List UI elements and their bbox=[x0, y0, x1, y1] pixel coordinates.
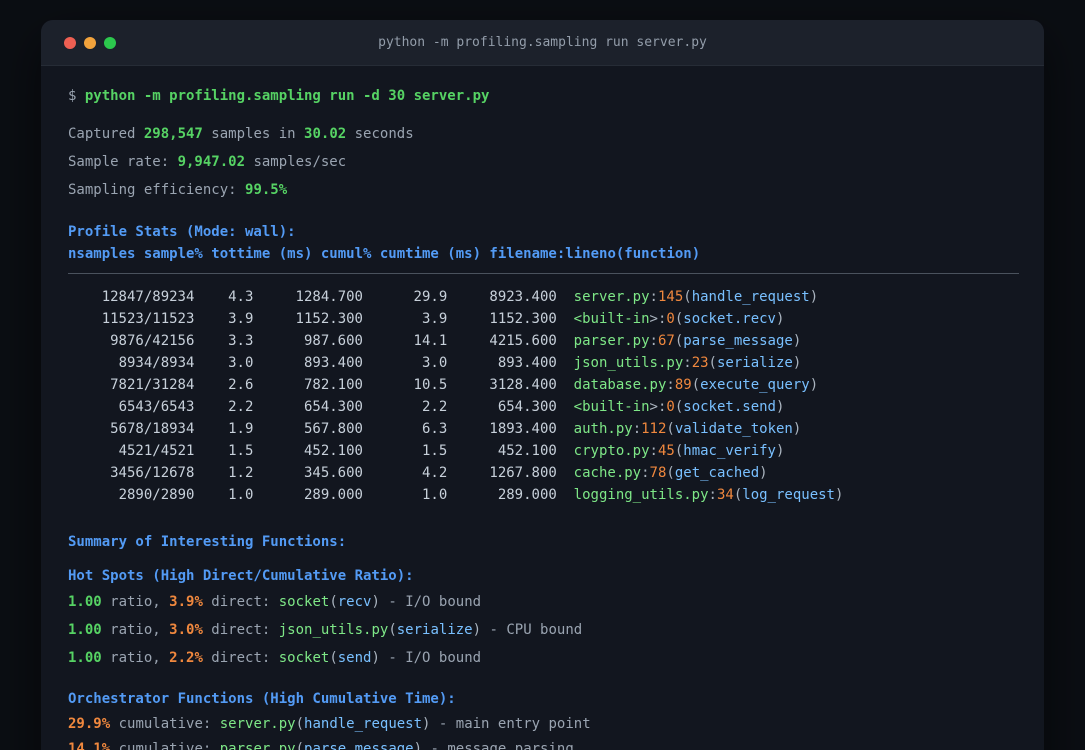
table-row: 5678/18934 1.9 567.800 6.3 1893.400 auth.py:1… bbox=[110, 421, 802, 437]
zoom-button-icon[interactable] bbox=[104, 36, 116, 49]
hot-spots-title: Hot Spots (High Direct/Cumulative Ratio)… bbox=[68, 568, 414, 584]
table-row: 7821/31284 2.6 782.100 10.5 3128.400 database… bbox=[110, 377, 819, 393]
minimize-button-icon[interactable] bbox=[84, 36, 96, 49]
table-row: 9876/42156 3.3 987.600 14.1 4215.600 parser.p… bbox=[110, 333, 802, 349]
screen: python -m profiling.sampling run server.… bbox=[0, 0, 1085, 750]
table-column-header: nsamples sample% tottime (ms) cumul% cum… bbox=[68, 246, 701, 262]
prompt-symbol: $ bbox=[68, 88, 77, 104]
profile-table: 12847/89234 4.3 1284.700 29.9 8923.400 server… bbox=[68, 286, 1019, 506]
table-row: 8934/8934 3.0 893.400 3.0 893.400 json_utils.… bbox=[118, 355, 802, 371]
orchestrator-item: 29.9% cumulative: server.py(handle_reque… bbox=[68, 716, 591, 732]
command-text: python -m profiling.sampling run -d 30 s… bbox=[84, 88, 490, 104]
orchestrators-list: 29.9% cumulative: server.py(handle_reque… bbox=[68, 713, 1019, 750]
table-row: 12847/89234 4.3 1284.700 29.9 8923.400 server… bbox=[101, 289, 819, 305]
summary-title: Summary of Interesting Functions: bbox=[68, 534, 347, 550]
hot-spots-list: 1.00 ratio, 3.9% direct: socket(recv) - … bbox=[68, 591, 1019, 669]
terminal-body[interactable]: $ python -m profiling.sampling run -d 30 … bbox=[41, 66, 1044, 750]
stat-efficiency: Sampling efficiency: 99.5% bbox=[68, 182, 288, 198]
table-row: 6543/6543 2.2 654.300 2.2 654.300 <built-in>:… bbox=[118, 399, 785, 415]
traffic-lights bbox=[64, 20, 116, 65]
table-row: 2890/2890 1.0 289.000 1.0 289.000 logging_uti… bbox=[118, 487, 844, 503]
profile-stats-title: Profile Stats (Mode: wall): bbox=[68, 224, 296, 240]
close-button-icon[interactable] bbox=[64, 36, 76, 49]
table-row: 4521/4521 1.5 452.100 1.5 452.100 crypto.py:4… bbox=[118, 443, 785, 459]
hot-spot-item: 1.00 ratio, 3.9% direct: socket(recv) - … bbox=[68, 594, 482, 610]
terminal-window: python -m profiling.sampling run server.… bbox=[41, 20, 1044, 750]
table-divider bbox=[68, 273, 1019, 274]
table-row: 11523/11523 3.9 1152.300 3.9 1152.300 <built-… bbox=[101, 311, 785, 327]
stat-captured: Captured 298,547 samples in 30.02 second… bbox=[68, 126, 414, 142]
window-title-bar[interactable]: python -m profiling.sampling run server.… bbox=[41, 20, 1044, 66]
table-row: 3456/12678 1.2 345.600 4.2 1267.800 cache.py:… bbox=[110, 465, 768, 481]
orchestrators-title: Orchestrator Functions (High Cumulative … bbox=[68, 691, 456, 707]
hot-spot-item: 1.00 ratio, 3.0% direct: json_utils.py(s… bbox=[68, 622, 583, 638]
stat-sample-rate: Sample rate: 9,947.02 samples/sec bbox=[68, 154, 347, 170]
hot-spot-item: 1.00 ratio, 2.2% direct: socket(send) - … bbox=[68, 650, 482, 666]
window-title: python -m profiling.sampling run server.… bbox=[378, 35, 707, 50]
orchestrator-item: 14.1% cumulative: parser.py(parse_messag… bbox=[68, 741, 574, 750]
command-line: $ python -m profiling.sampling run -d 30 … bbox=[68, 85, 1019, 107]
